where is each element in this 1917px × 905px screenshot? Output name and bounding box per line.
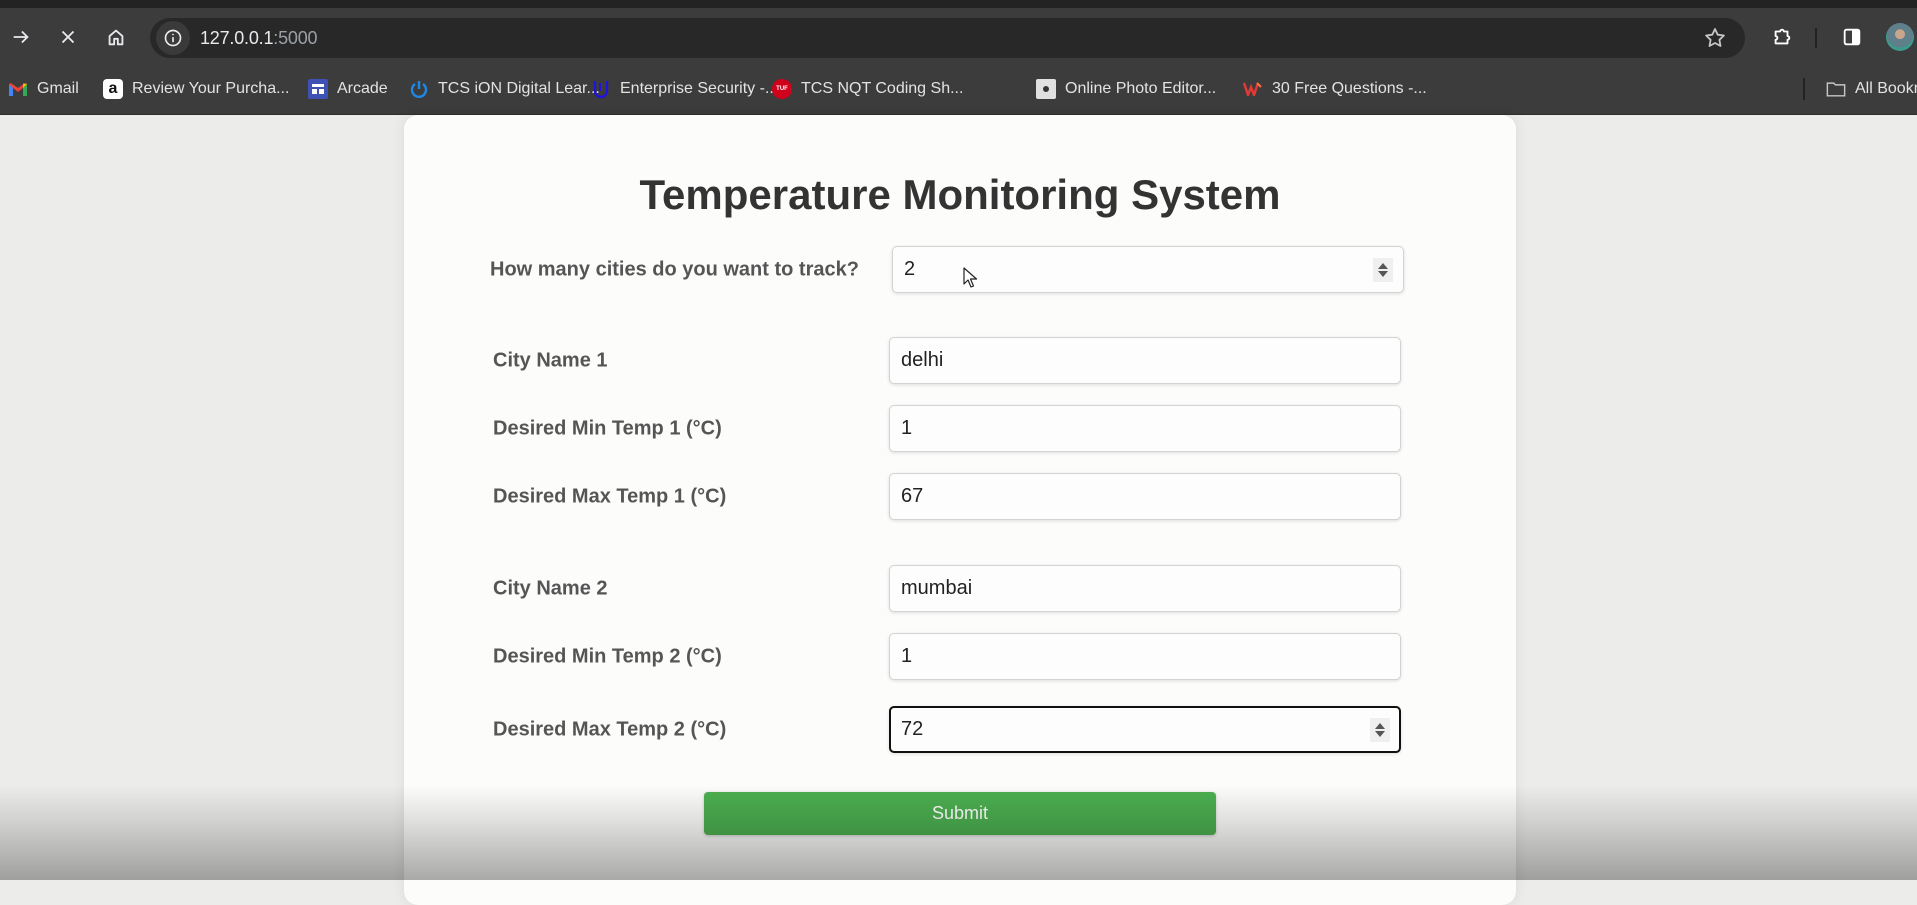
max-temp-2-row: Desired Max Temp 2 (°C) (404, 706, 1516, 754)
bookmark-tcs-ion[interactable]: TCS iON Digital Lear... (409, 76, 600, 102)
city-name-2-input[interactable] (889, 565, 1401, 612)
min-temp-2-label: Desired Min Temp 2 (°C) (493, 645, 722, 668)
toolbar-divider (1815, 28, 1817, 48)
url-text[interactable]: 127.0.0.1:5000 (200, 28, 318, 49)
min-temp-1-row: Desired Min Temp 1 (°C) (404, 405, 1516, 453)
stop-loading-button[interactable] (53, 22, 83, 52)
min-temp-1-input[interactable] (889, 405, 1401, 452)
bookmark-photo-editor[interactable]: Online Photo Editor... (1036, 76, 1216, 102)
min-temp-1-label: Desired Min Temp 1 (°C) (493, 417, 722, 440)
photo-editor-icon (1036, 79, 1056, 99)
city-name-2-label: City Name 2 (493, 577, 608, 600)
max-temp-2-input[interactable] (889, 706, 1401, 753)
city-count-row: How many cities do you want to track? (404, 246, 1516, 294)
bookmarks-bar: Gmail a Review Your Purcha... Arcade TCS… (0, 62, 1917, 115)
increment-icon[interactable] (1378, 263, 1388, 269)
max-temp-2-stepper[interactable] (1370, 718, 1390, 742)
profile-avatar[interactable] (1886, 23, 1914, 51)
arrow-right-icon (13, 30, 29, 44)
city-count-label: How many cities do you want to track? (490, 258, 859, 281)
home-button[interactable] (101, 22, 131, 52)
home-icon (108, 29, 124, 46)
mouse-cursor-icon (963, 267, 978, 288)
max-temp-1-row: Desired Max Temp 1 (°C) (404, 473, 1516, 521)
bookmark-tcs-nqt[interactable]: TUF TCS NQT Coding Sh... (772, 76, 963, 102)
bookmark-amazon[interactable]: a Review Your Purcha... (103, 76, 289, 102)
w-logo-icon (1243, 79, 1263, 99)
close-icon (61, 30, 75, 44)
increment-icon[interactable] (1375, 723, 1385, 729)
bookmark-star-icon[interactable] (1703, 26, 1727, 50)
bookmark-enterprise-security[interactable]: Enterprise Security -... (591, 76, 778, 102)
forward-button[interactable] (6, 22, 36, 52)
udacity-icon (591, 79, 611, 99)
bookmark-arcade[interactable]: Arcade (308, 76, 388, 102)
decrement-icon[interactable] (1378, 271, 1388, 277)
side-panel-icon (1843, 28, 1861, 46)
city-name-1-label: City Name 1 (493, 349, 608, 372)
city-name-1-input[interactable] (889, 337, 1401, 384)
city-count-stepper[interactable] (1373, 258, 1393, 282)
tab-strip (0, 0, 1917, 8)
tuf-icon: TUF (772, 79, 792, 99)
max-temp-1-label: Desired Max Temp 1 (°C) (493, 485, 727, 508)
decrement-icon[interactable] (1375, 731, 1385, 737)
min-temp-2-input[interactable] (889, 633, 1401, 680)
page-title: Temperature Monitoring System (639, 171, 1281, 218)
max-temp-2-label: Desired Max Temp 2 (°C) (493, 718, 727, 741)
arcade-icon (308, 79, 328, 99)
puzzle-icon (1774, 28, 1791, 45)
side-panel-button[interactable] (1837, 22, 1867, 52)
info-icon (164, 29, 182, 47)
amazon-icon: a (103, 79, 123, 99)
submit-button[interactable]: Submit (704, 792, 1216, 835)
address-bar[interactable]: 127.0.0.1:5000 (150, 18, 1745, 58)
browser-toolbar: 127.0.0.1:5000 (0, 8, 1917, 62)
city-name-2-row: City Name 2 (404, 565, 1516, 613)
tcs-ion-icon (409, 79, 429, 99)
bookmarks-divider (1803, 78, 1805, 100)
form-card: Temperature Monitoring System How many c… (404, 115, 1516, 905)
all-bookmarks-button[interactable]: All Bookm (1826, 76, 1917, 102)
max-temp-1-input[interactable] (889, 473, 1401, 520)
city-name-1-row: City Name 1 (404, 337, 1516, 385)
gmail-icon (8, 79, 28, 99)
bookmark-30-free-questions[interactable]: 30 Free Questions -... (1243, 76, 1427, 102)
bookmark-gmail[interactable]: Gmail (8, 76, 79, 102)
extensions-button[interactable] (1767, 22, 1797, 52)
folder-icon (1826, 79, 1846, 99)
min-temp-2-row: Desired Min Temp 2 (°C) (404, 633, 1516, 681)
site-info-button[interactable] (156, 21, 190, 55)
